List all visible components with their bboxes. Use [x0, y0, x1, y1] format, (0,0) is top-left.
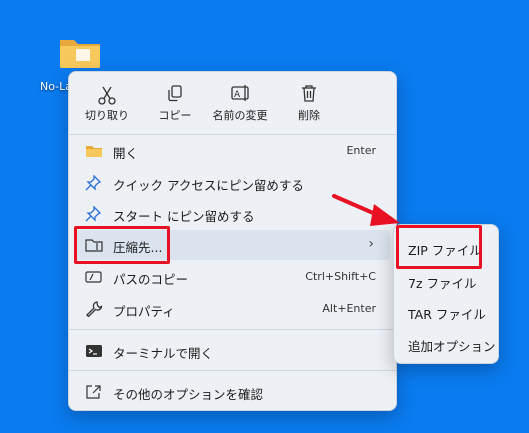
shortcut-text: Ctrl+Shift+C	[305, 270, 376, 283]
share-icon	[86, 385, 101, 399]
rename-button[interactable]: A 名前の変更	[207, 80, 273, 128]
rename-label: 名前の変更	[212, 109, 268, 122]
menu-item-label: その他のオプションを確認	[113, 387, 264, 402]
wrench-icon	[86, 301, 103, 317]
menu-item-label: ターミナルで開く	[113, 346, 214, 361]
divider	[69, 329, 396, 330]
menu-item-label: クイック アクセスにピン留めする	[113, 178, 304, 193]
highlight-compress-to	[74, 226, 170, 264]
delete-button[interactable]: 削除	[281, 80, 337, 128]
copy-icon	[168, 85, 182, 102]
red-arrow-icon	[332, 194, 400, 226]
delete-label: 削除	[298, 109, 320, 122]
submenu-item-more-options[interactable]: 追加オプション	[398, 329, 496, 359]
menu-item-label: プロパティ	[113, 304, 175, 319]
submenu-item-label: TAR ファイル	[408, 307, 486, 322]
rename-icon: A	[231, 85, 249, 101]
submenu-item-7z[interactable]: 7z ファイル	[398, 266, 494, 296]
path-copy-icon	[85, 271, 102, 283]
pin-icon	[85, 206, 102, 222]
highlight-zip	[396, 225, 482, 269]
menu-item-open-terminal[interactable]: ターミナルで開く	[75, 336, 390, 366]
menu-item-label: 開く	[113, 146, 139, 161]
shortcut-text: Enter	[346, 144, 376, 157]
scissors-icon	[98, 86, 116, 105]
cut-button[interactable]: 切り取り	[79, 80, 135, 128]
divider	[69, 134, 396, 135]
menu-item-properties[interactable]: プロパティ Alt+Enter	[75, 294, 390, 324]
terminal-icon	[86, 345, 102, 357]
menu-item-label: スタート にピン留めする	[113, 209, 255, 224]
copy-label: コピー	[158, 109, 192, 122]
shortcut-text: Alt+Enter	[322, 302, 376, 315]
submenu-item-label: 追加オプション	[408, 339, 496, 354]
submenu-item-label: 7z ファイル	[408, 276, 477, 291]
submenu-item-tar[interactable]: TAR ファイル	[398, 297, 494, 327]
cut-label: 切り取り	[85, 109, 129, 122]
folder-icon	[60, 40, 100, 68]
divider	[69, 370, 396, 371]
pin-icon	[85, 175, 102, 191]
menu-item-label: パスのコピー	[113, 272, 189, 287]
copy-button[interactable]: コピー	[147, 80, 203, 128]
chevron-right-icon: ›	[368, 236, 374, 252]
menu-item-copy-path[interactable]: パスのコピー Ctrl+Shift+C	[75, 262, 390, 292]
menu-item-more-options[interactable]: その他のオプションを確認	[75, 377, 390, 407]
trash-icon	[302, 85, 316, 102]
quick-actions-row: 切り取り コピー A 名前の変更 削除	[77, 80, 389, 128]
svg-text:A: A	[234, 90, 241, 100]
menu-item-open[interactable]: 開く Enter	[75, 136, 390, 166]
folder-open-icon	[86, 146, 102, 157]
